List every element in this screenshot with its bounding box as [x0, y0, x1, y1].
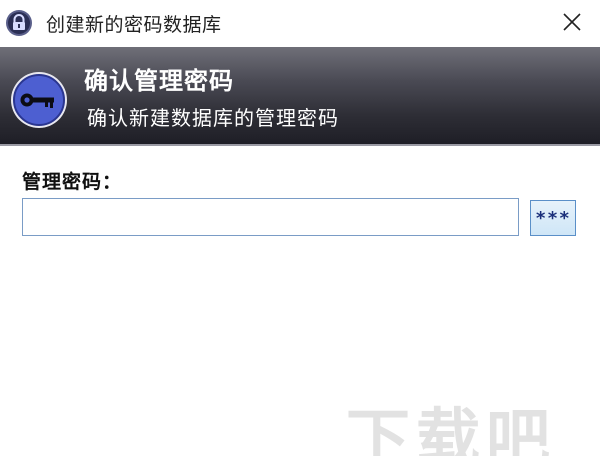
close-icon — [562, 12, 582, 36]
dialog-window: 创建新的密码数据库 确认管理密码 确认新建数据库的管理密码 管理密码： *** … — [0, 0, 600, 456]
title-bar: 创建新的密码数据库 — [0, 0, 600, 47]
master-password-input[interactable] — [22, 198, 519, 236]
banner-subtitle: 确认新建数据库的管理密码 — [87, 106, 339, 130]
close-button[interactable] — [544, 0, 600, 47]
watermark: 下载吧 — [346, 403, 556, 456]
header-banner: 确认管理密码 确认新建数据库的管理密码 — [0, 47, 600, 144]
window-title: 创建新的密码数据库 — [46, 14, 222, 36]
key-icon — [10, 71, 68, 129]
banner-divider — [0, 144, 600, 146]
lock-icon — [5, 9, 33, 37]
banner-title: 确认管理密码 — [84, 67, 234, 95]
show-password-button[interactable]: *** — [530, 200, 576, 236]
password-label: 管理密码： — [22, 171, 123, 193]
